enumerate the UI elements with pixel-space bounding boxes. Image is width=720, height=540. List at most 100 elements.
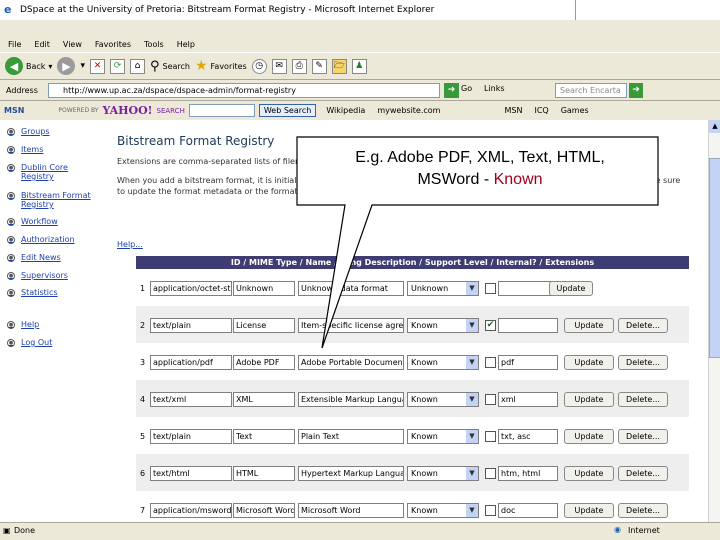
- name-input[interactable]: Adobe PDF: [233, 355, 295, 370]
- description-input[interactable]: Microsoft Word: [298, 503, 404, 518]
- support-level-select[interactable]: Known ▼: [407, 503, 479, 518]
- support-level-select[interactable]: Known ▼: [407, 355, 479, 370]
- menu-help[interactable]: Help: [177, 40, 195, 49]
- internal-checkbox[interactable]: [485, 468, 496, 479]
- internal-checkbox[interactable]: [485, 283, 496, 294]
- icq-button[interactable]: ICQ: [534, 106, 548, 115]
- description-input[interactable]: Item-specific license agreed upon: [298, 318, 404, 333]
- address-input[interactable]: http://www.up.ac.za/dspace/dspace-admin/…: [48, 83, 440, 98]
- forward-button[interactable]: ▶: [57, 57, 76, 75]
- stop-icon[interactable]: ✕: [89, 58, 105, 74]
- search-button[interactable]: ⚲ Search: [150, 59, 190, 74]
- description-input[interactable]: Extensible Markup Language: [298, 392, 404, 407]
- extensions-input[interactable]: txt, asc: [498, 429, 558, 444]
- mime-type-input[interactable]: text/plain: [150, 429, 232, 444]
- sidebar-item-groups[interactable]: ● Groups: [7, 127, 50, 136]
- name-input[interactable]: License: [233, 318, 295, 333]
- menu-edit[interactable]: Edit: [34, 40, 50, 49]
- print-icon[interactable]: ⎙: [291, 58, 307, 74]
- sidebar-item-edit-news[interactable]: ● Edit News: [7, 253, 61, 262]
- menu-file[interactable]: File: [8, 40, 21, 49]
- internal-checkbox[interactable]: [485, 431, 496, 442]
- update-button[interactable]: Update: [564, 503, 614, 518]
- sidebar-item-statistics[interactable]: ● Statistics: [7, 288, 58, 297]
- edit-icon[interactable]: ✎: [311, 58, 327, 74]
- msn-tools-button[interactable]: MSN: [504, 106, 522, 115]
- mime-type-input[interactable]: text/xml: [150, 392, 232, 407]
- messenger-icon[interactable]: ♟: [351, 58, 367, 74]
- menu-tools[interactable]: Tools: [144, 40, 164, 49]
- folder-icon[interactable]: 🗁: [331, 58, 347, 74]
- sidebar-item-workflow[interactable]: ● Workflow: [7, 217, 58, 226]
- description-input[interactable]: Hypertext Markup Language: [298, 466, 404, 481]
- name-input[interactable]: Text: [233, 429, 295, 444]
- menu-favorites[interactable]: Favorites: [95, 40, 131, 49]
- sidebar-item-bitstream-format[interactable]: ● Bitstream Format Registry: [7, 191, 107, 209]
- delete-button[interactable]: Delete...: [618, 466, 668, 481]
- internal-checkbox[interactable]: [485, 357, 496, 368]
- internal-checkbox[interactable]: [485, 394, 496, 405]
- update-button[interactable]: Update: [564, 429, 614, 444]
- delete-button[interactable]: Delete...: [618, 392, 668, 407]
- name-input[interactable]: Microsoft Word: [233, 503, 295, 518]
- update-button[interactable]: Update: [564, 466, 614, 481]
- sidebar-item-items[interactable]: ● Items: [7, 145, 43, 154]
- mime-type-input[interactable]: application/msword: [150, 503, 232, 518]
- mime-type-input[interactable]: application/octet-stream: [150, 281, 232, 296]
- extensions-input[interactable]: doc: [498, 503, 558, 518]
- back-button[interactable]: ◀ Back ▾: [5, 57, 52, 75]
- encarta-search-input[interactable]: Search Encarta: [555, 83, 627, 98]
- mail-icon[interactable]: ✉: [271, 58, 287, 74]
- delete-button[interactable]: Delete...: [618, 355, 668, 370]
- scroll-up-icon[interactable]: ▲: [709, 120, 720, 133]
- extensions-input[interactable]: htm, html: [498, 466, 558, 481]
- internal-checkbox[interactable]: [485, 505, 496, 516]
- scrollbar-thumb[interactable]: [709, 158, 720, 358]
- extensions-input[interactable]: xml: [498, 392, 558, 407]
- games-button[interactable]: Games: [561, 106, 589, 115]
- sidebar-item-authorization[interactable]: ● Authorization: [7, 235, 75, 244]
- delete-button[interactable]: Delete...: [618, 429, 668, 444]
- update-button[interactable]: Update: [564, 355, 614, 370]
- help-link[interactable]: Help...: [117, 240, 143, 249]
- description-input[interactable]: Plain Text: [298, 429, 404, 444]
- support-level-select[interactable]: Known ▼: [407, 392, 479, 407]
- support-level-select[interactable]: Known ▼: [407, 466, 479, 481]
- delete-button[interactable]: Delete...: [618, 503, 668, 518]
- sidebar-item-help[interactable]: ● Help: [7, 320, 39, 329]
- sidebar-item-dublin-core[interactable]: ● Dublin Core Registry: [7, 163, 97, 181]
- internal-checkbox[interactable]: ✔: [485, 320, 496, 331]
- history-icon[interactable]: ◷: [251, 58, 267, 74]
- mime-type-input[interactable]: text/html: [150, 466, 232, 481]
- extensions-input[interactable]: [498, 318, 558, 333]
- menu-view[interactable]: View: [63, 40, 82, 49]
- go-arrow-icon[interactable]: ➜: [444, 83, 459, 98]
- yahoo-search-input[interactable]: [188, 104, 255, 117]
- delete-button[interactable]: Delete...: [618, 318, 668, 333]
- sidebar-item-supervisors[interactable]: ● Supervisors: [7, 271, 68, 280]
- home-icon[interactable]: ⌂: [129, 58, 145, 74]
- refresh-icon[interactable]: ⟳: [109, 58, 125, 74]
- name-input[interactable]: Unknown: [233, 281, 295, 296]
- name-input[interactable]: HTML: [233, 466, 295, 481]
- web-search-button[interactable]: Web Search: [258, 104, 317, 117]
- support-level-select[interactable]: Unknown ▼: [407, 281, 479, 296]
- support-level-select[interactable]: Known ▼: [407, 318, 479, 333]
- links-button[interactable]: Links: [484, 84, 505, 93]
- mywebsite-button[interactable]: mywebsite.com: [377, 106, 440, 115]
- update-button[interactable]: Update: [564, 392, 614, 407]
- update-button[interactable]: Update: [549, 281, 593, 296]
- vertical-scrollbar[interactable]: ▲: [708, 120, 720, 522]
- mime-type-input[interactable]: application/pdf: [150, 355, 232, 370]
- description-input[interactable]: Unknown data format: [298, 281, 404, 296]
- favorites-button[interactable]: ★ Favorites: [195, 58, 247, 74]
- search-go-icon[interactable]: ➜: [629, 83, 643, 98]
- sidebar-item-logout[interactable]: ● Log Out: [7, 338, 52, 347]
- mime-type-input[interactable]: text/plain: [150, 318, 232, 333]
- wikipedia-button[interactable]: Wikipedia: [326, 106, 365, 115]
- support-level-select[interactable]: Known ▼: [407, 429, 479, 444]
- name-input[interactable]: XML: [233, 392, 295, 407]
- go-button[interactable]: Go: [461, 84, 472, 93]
- extensions-input[interactable]: pdf: [498, 355, 558, 370]
- description-input[interactable]: Adobe Portable Document Format: [298, 355, 404, 370]
